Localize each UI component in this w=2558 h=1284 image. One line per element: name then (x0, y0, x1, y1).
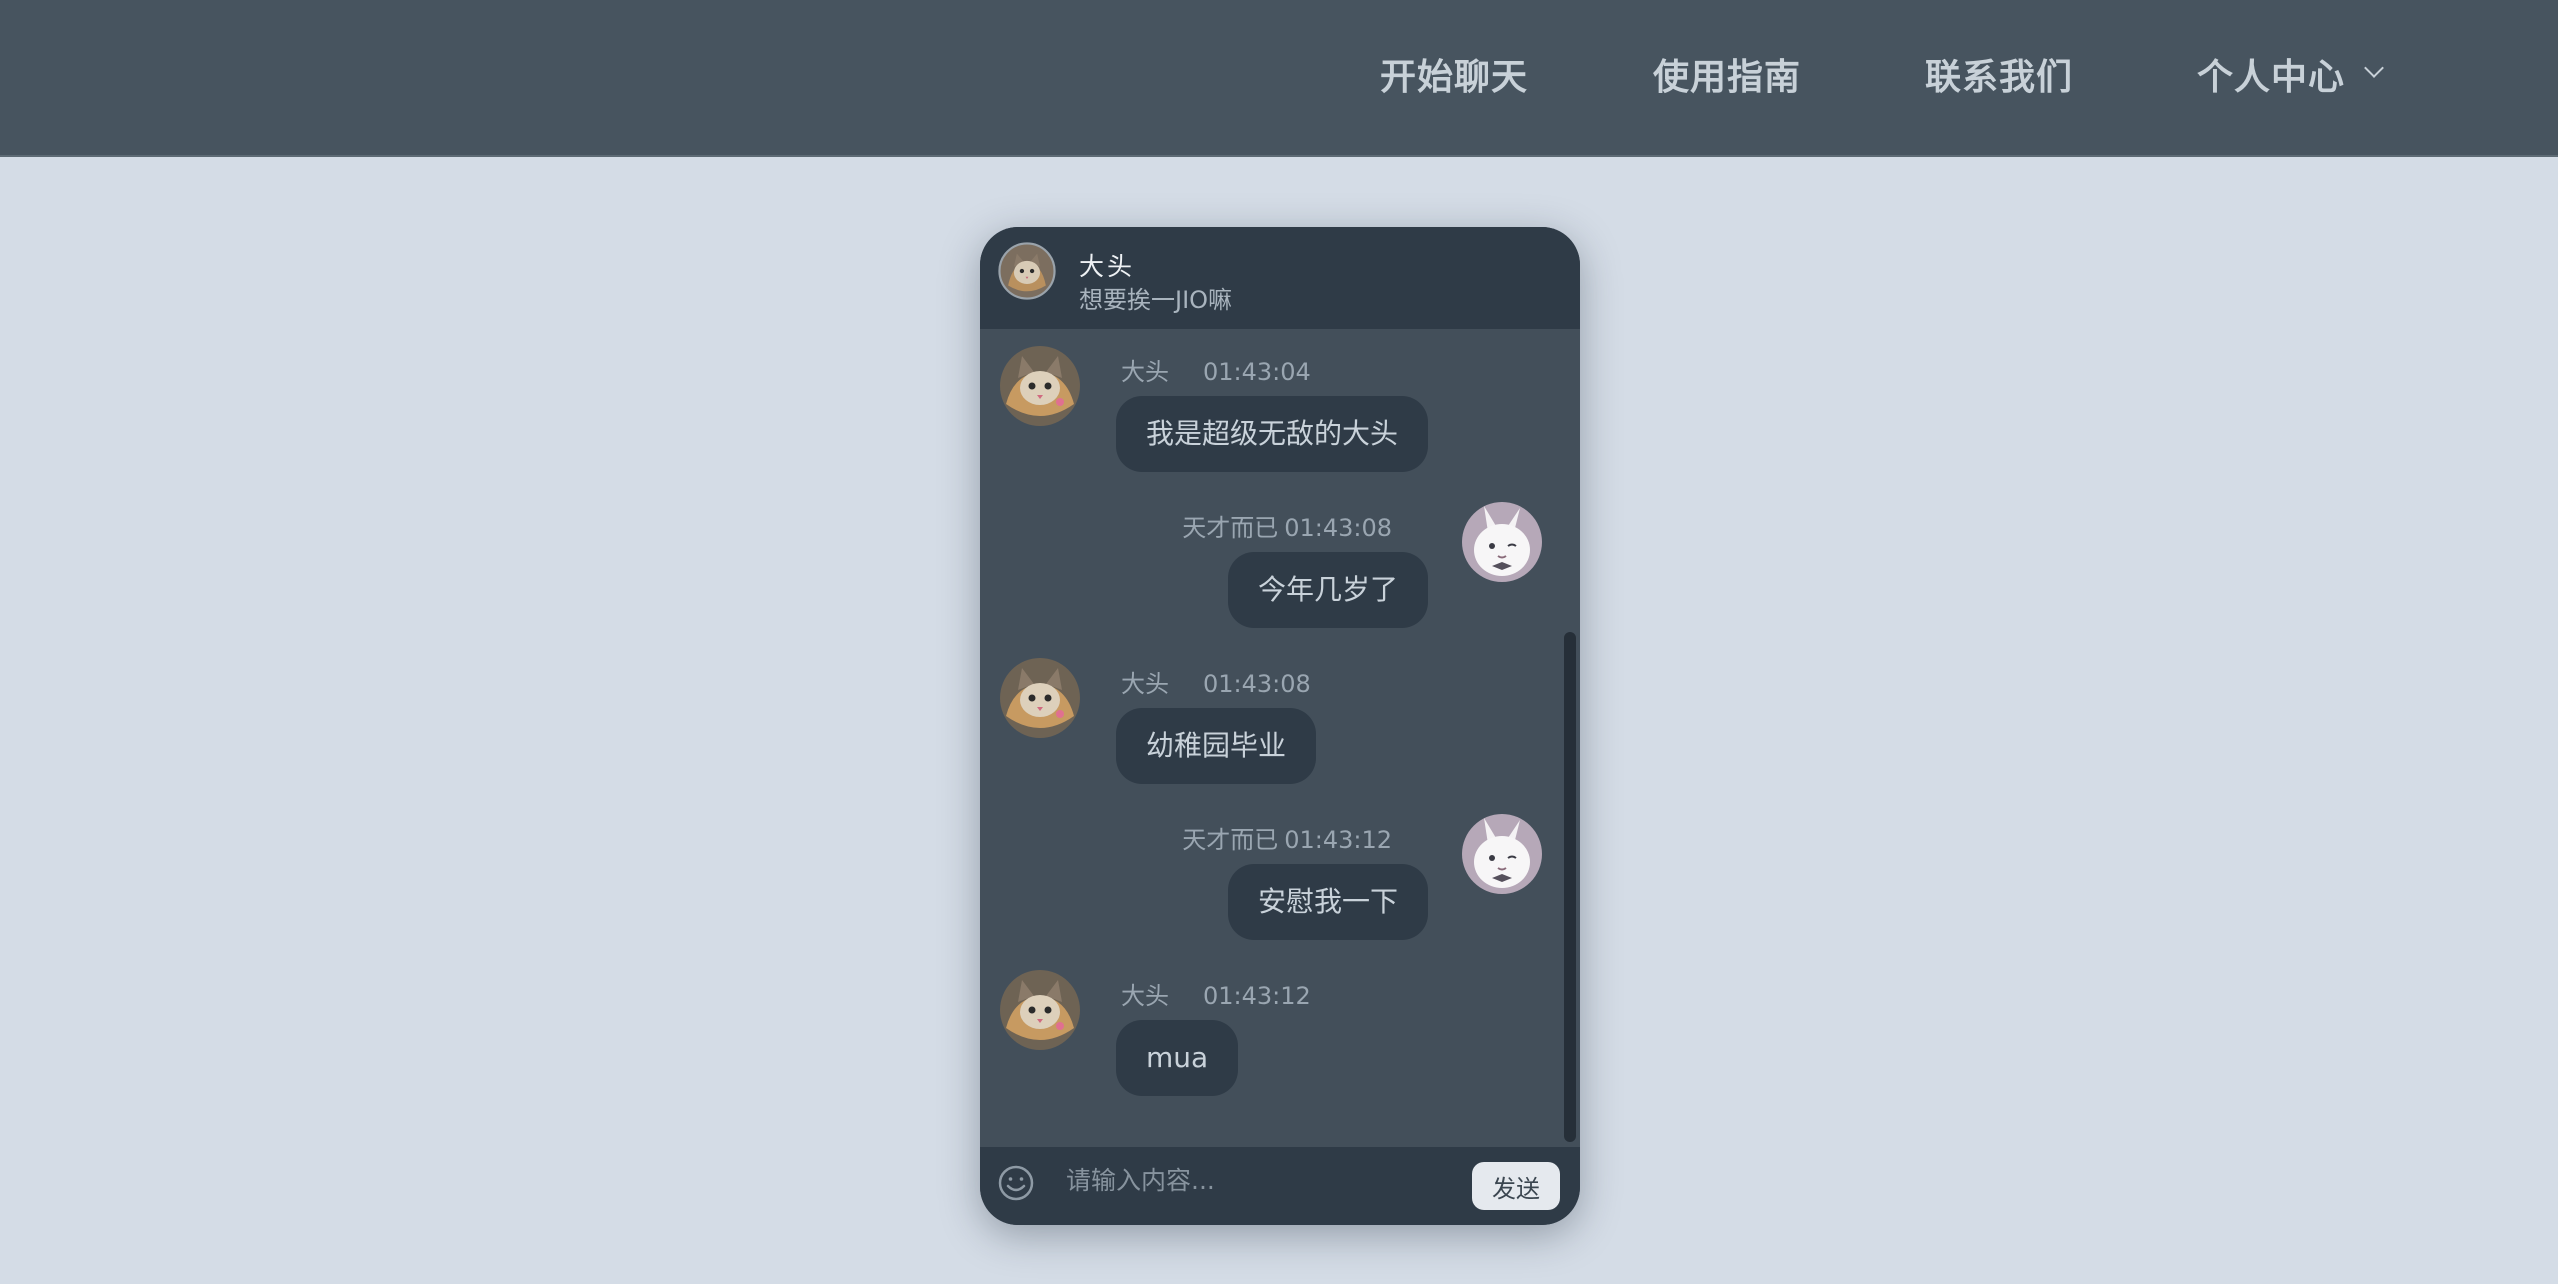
message-meta: 大头 01:43:12 (1121, 976, 1311, 1011)
message-bubble: 安慰我一下 (1227, 864, 1428, 940)
nav-start-chat[interactable]: 开始聊天 (1380, 50, 1528, 105)
message-item: 天才而已 01:43:08 今年几岁了 (980, 502, 1580, 662)
chat-header: 大头 想要挨一JIO嘛 (980, 227, 1580, 329)
message-sender: 大头 (1121, 982, 1169, 1010)
nav-personal-center[interactable]: 个人中心 (2197, 50, 2384, 105)
message-bubble: 我是超级无敌的大头 (1116, 396, 1429, 472)
top-navbar: 开始聊天 使用指南 联系我们 个人中心 (0, 0, 2558, 157)
chat-contact-name: 大头 (1079, 252, 1136, 281)
message-item: 天才而已 01:43:12 安慰我一下 (980, 814, 1580, 974)
message-item: 大头 01:43:04 我是超级无敌的大头 (980, 346, 1580, 506)
message-time: 01:43:12 (1284, 826, 1392, 854)
message-composer: 发送 (980, 1147, 1580, 1225)
message-meta: 天才而已 01:43:12 (1182, 820, 1392, 855)
message-sender: 天才而已 (1182, 826, 1279, 854)
message-meta: 大头 01:43:08 (1121, 664, 1311, 699)
message-item: 大头 01:43:08 幼稚园毕业 (980, 658, 1580, 818)
message-bubble: mua (1116, 1020, 1239, 1096)
chat-window: 大头 想要挨一JIO嘛 大头 01:43:04 我是超级无敌的大头 天才而已 01:… (980, 227, 1580, 1225)
message-input[interactable] (1064, 1157, 1428, 1203)
chevron-down-icon (2364, 58, 2384, 78)
cat-avatar[interactable] (1000, 658, 1080, 738)
message-list-scrollbar[interactable] (1564, 632, 1576, 1142)
rabbit-avatar[interactable] (1462, 502, 1542, 582)
message-time: 01:43:08 (1284, 514, 1392, 542)
message-meta: 天才而已 01:43:08 (1182, 508, 1392, 543)
nav-personal-center-label: 个人中心 (2197, 57, 2346, 98)
message-time: 01:43:08 (1203, 670, 1311, 698)
message-time: 01:43:12 (1203, 982, 1311, 1010)
rabbit-avatar[interactable] (1462, 814, 1542, 894)
cat-avatar[interactable] (1000, 346, 1080, 426)
message-bubble: 幼稚园毕业 (1116, 708, 1317, 784)
message-time: 01:43:04 (1203, 358, 1311, 386)
chat-contact-status: 想要挨一JIO嘛 (1079, 286, 1233, 314)
nav-contact-us[interactable]: 联系我们 (1925, 50, 2073, 105)
message-sender: 大头 (1121, 670, 1169, 698)
nav-guide[interactable]: 使用指南 (1653, 50, 1801, 105)
message-item: 大头 01:43:12 mua (980, 970, 1580, 1130)
message-meta: 大头 01:43:04 (1121, 352, 1311, 387)
smiley-icon[interactable] (997, 1164, 1035, 1202)
message-sender: 大头 (1121, 358, 1169, 386)
message-bubble: 今年几岁了 (1227, 552, 1428, 628)
send-button[interactable]: 发送 (1472, 1162, 1560, 1210)
message-sender: 天才而已 (1182, 514, 1279, 542)
cat-avatar[interactable] (1000, 970, 1080, 1050)
message-list[interactable]: 大头 01:43:04 我是超级无敌的大头 天才而已 01:43:08 今年几岁了 (980, 329, 1580, 1147)
cat-avatar[interactable] (998, 242, 1056, 300)
